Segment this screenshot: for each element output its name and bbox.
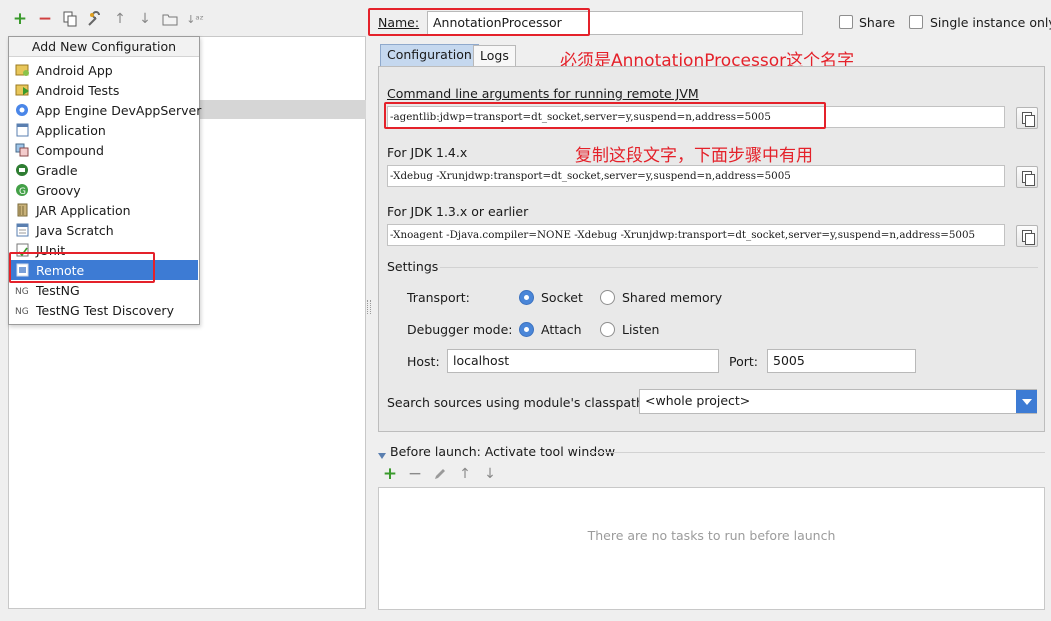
popup-title: Add New Configuration: [9, 37, 199, 57]
before-launch-task-list[interactable]: There are no tasks to run before launch: [378, 487, 1045, 610]
popup-item-testng-discovery[interactable]: NG TestNG Test Discovery: [10, 300, 198, 320]
popup-item-jar-application[interactable]: JAR Application: [10, 200, 198, 220]
compound-icon: [15, 143, 31, 157]
testng-discovery-icon: NG: [15, 303, 31, 317]
debugger-listen-radio[interactable]: [600, 322, 615, 337]
pencil-icon[interactable]: [432, 466, 448, 482]
port-input[interactable]: 5005: [767, 349, 916, 373]
jdk14-label: For JDK 1.4.x: [387, 145, 468, 160]
transport-socket-radio[interactable]: [519, 290, 534, 305]
jar-icon: [15, 203, 31, 217]
arrow-down-icon[interactable]: ↓: [482, 466, 498, 482]
svg-text:NG: NG: [15, 287, 29, 297]
popup-item-compound[interactable]: Compound: [10, 140, 198, 160]
transport-shared-radio[interactable]: [600, 290, 615, 305]
transport-shared-label: Shared memory: [622, 290, 723, 305]
copy-icon[interactable]: [62, 11, 78, 27]
port-label: Port:: [729, 354, 758, 369]
debugger-mode-label: Debugger mode:: [407, 322, 513, 337]
popup-item-app-engine[interactable]: App Engine DevAppServer: [10, 100, 201, 120]
empty-tasks-text: There are no tasks to run before launch: [587, 528, 836, 543]
tab-configuration[interactable]: Configuration: [380, 44, 479, 66]
gradle-icon: [15, 163, 31, 177]
share-checkbox[interactable]: [839, 15, 853, 29]
copy-cmd-button[interactable]: [1016, 107, 1038, 129]
annotation-box-remote: [9, 252, 155, 283]
share-label: Share: [859, 15, 896, 30]
left-toolbar: + − ↑ ↓ ↓ᵃᶻ: [0, 0, 368, 36]
popup-item-testng[interactable]: NG TestNG: [10, 280, 198, 300]
annotation-box-name: [368, 8, 590, 36]
testng-icon: NG: [15, 283, 31, 297]
popup-item-android-app[interactable]: Android App: [10, 60, 198, 80]
transport-socket-label: Socket: [541, 290, 583, 305]
arrow-up-icon[interactable]: ↑: [457, 466, 473, 482]
annotation-copy-note: 复制这段文字，下面步骤中有用: [575, 146, 813, 166]
app-engine-icon: [15, 103, 31, 117]
groovy-icon: G: [15, 183, 31, 197]
chevron-down-icon[interactable]: [1016, 390, 1037, 413]
debugger-attach-label: Attach: [541, 322, 582, 337]
folder-icon[interactable]: [162, 11, 178, 27]
host-input[interactable]: localhost: [447, 349, 719, 373]
popup-item-java-scratch[interactable]: Java Scratch: [10, 220, 198, 240]
popup-item-application[interactable]: Application: [10, 120, 198, 140]
single-instance-label: Single instance only: [930, 15, 1051, 30]
android-tests-icon: [15, 83, 31, 97]
transport-label: Transport:: [407, 290, 470, 305]
sort-az-icon[interactable]: ↓ᵃᶻ: [186, 11, 204, 27]
debugger-attach-radio[interactable]: [519, 322, 534, 337]
wrench-icon[interactable]: [87, 11, 103, 27]
svg-text:NG: NG: [15, 307, 29, 317]
popup-item-gradle[interactable]: Gradle: [10, 160, 198, 180]
application-icon: [15, 123, 31, 137]
search-sources-select[interactable]: <whole project>: [639, 389, 1037, 414]
popup-item-groovy[interactable]: G Groovy: [10, 180, 198, 200]
jdk14-field[interactable]: -Xdebug -Xrunjdwp:transport=dt_socket,se…: [387, 165, 1005, 187]
popup-item-android-tests[interactable]: Android Tests: [10, 80, 198, 100]
tab-logs[interactable]: Logs: [473, 45, 516, 67]
selected-tree-row[interactable]: [200, 100, 366, 119]
jdk13-field[interactable]: -Xnoagent -Djava.compiler=NONE -Xdebug -…: [387, 224, 1005, 246]
search-sources-value: <whole project>: [645, 393, 751, 408]
host-label: Host:: [407, 354, 440, 369]
android-app-icon: [15, 63, 31, 77]
arrow-up-icon[interactable]: ↑: [112, 11, 128, 27]
minus-icon[interactable]: −: [37, 10, 53, 27]
copy-jdk14-button[interactable]: [1016, 166, 1038, 188]
before-launch-divider: [590, 452, 1045, 453]
minus-icon[interactable]: −: [407, 464, 423, 484]
arrow-down-icon[interactable]: ↓: [137, 11, 153, 27]
plus-icon[interactable]: +: [12, 10, 28, 27]
plus-icon[interactable]: +: [382, 464, 398, 484]
before-launch-title[interactable]: Before launch: Activate tool window: [390, 444, 615, 459]
search-sources-label: Search sources using module's classpath:: [387, 395, 649, 410]
single-instance-checkbox[interactable]: [909, 15, 923, 29]
svg-text:G: G: [19, 187, 26, 197]
copy-jdk13-button[interactable]: [1016, 225, 1038, 247]
jdk13-label: For JDK 1.3.x or earlier: [387, 204, 529, 219]
annotation-box-cmd: [384, 102, 826, 129]
settings-divider: [440, 267, 1038, 268]
java-scratch-icon: [15, 223, 31, 237]
debugger-listen-label: Listen: [622, 322, 660, 337]
splitter-grip[interactable]: [367, 300, 371, 314]
settings-label: Settings: [387, 259, 439, 274]
cmd-args-label: Command line arguments for running remot…: [387, 86, 699, 101]
triangle-down-icon[interactable]: [378, 447, 386, 459]
